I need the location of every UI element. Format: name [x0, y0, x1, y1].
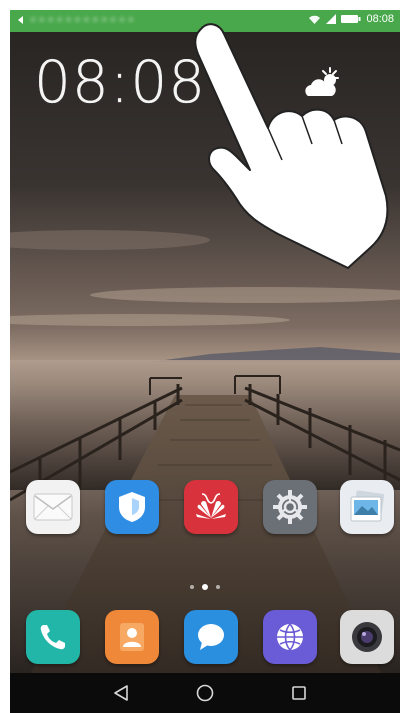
swipe-down-hand-icon	[194, 23, 389, 269]
app-gallery[interactable]	[340, 480, 394, 534]
globe-icon	[277, 623, 303, 651]
back-arrow-icon	[18, 16, 23, 24]
app-huawei-themes[interactable]	[184, 480, 238, 534]
envelope-icon	[33, 493, 73, 521]
notification-text: • • • • • • • • • • • •	[31, 14, 134, 26]
recents-icon	[292, 686, 306, 700]
back-icon	[114, 685, 128, 701]
page-dot[interactable]	[190, 585, 194, 589]
app-phone[interactable]	[26, 610, 80, 664]
page-dot[interactable]	[216, 585, 220, 589]
app-messaging[interactable]	[184, 610, 238, 664]
app-contacts[interactable]	[105, 610, 159, 664]
page-dot-active[interactable]	[202, 584, 208, 590]
gear-icon	[273, 490, 307, 524]
home-icon	[196, 684, 214, 702]
page-indicator	[10, 584, 400, 590]
contact-icon	[120, 623, 144, 651]
phone-icon	[40, 625, 65, 650]
nav-home-button[interactable]	[193, 681, 217, 705]
chat-bubble-icon	[198, 624, 224, 650]
phone-screen: • • • • • • • • • • • • 08:08 08:08	[10, 10, 400, 713]
huawei-logo-icon	[196, 493, 226, 519]
app-camera[interactable]	[340, 610, 394, 664]
app-settings[interactable]	[263, 480, 317, 534]
clock-widget[interactable]: 08:08	[34, 48, 206, 116]
nav-back-button[interactable]	[109, 681, 133, 705]
app-browser[interactable]	[263, 610, 317, 664]
app-email[interactable]	[26, 480, 80, 534]
nav-recents-button[interactable]	[287, 681, 311, 705]
photo-icon	[350, 490, 385, 522]
camera-icon	[352, 622, 382, 652]
navigation-bar	[10, 673, 400, 713]
app-phone-manager[interactable]	[105, 480, 159, 534]
shield-icon	[119, 492, 145, 522]
